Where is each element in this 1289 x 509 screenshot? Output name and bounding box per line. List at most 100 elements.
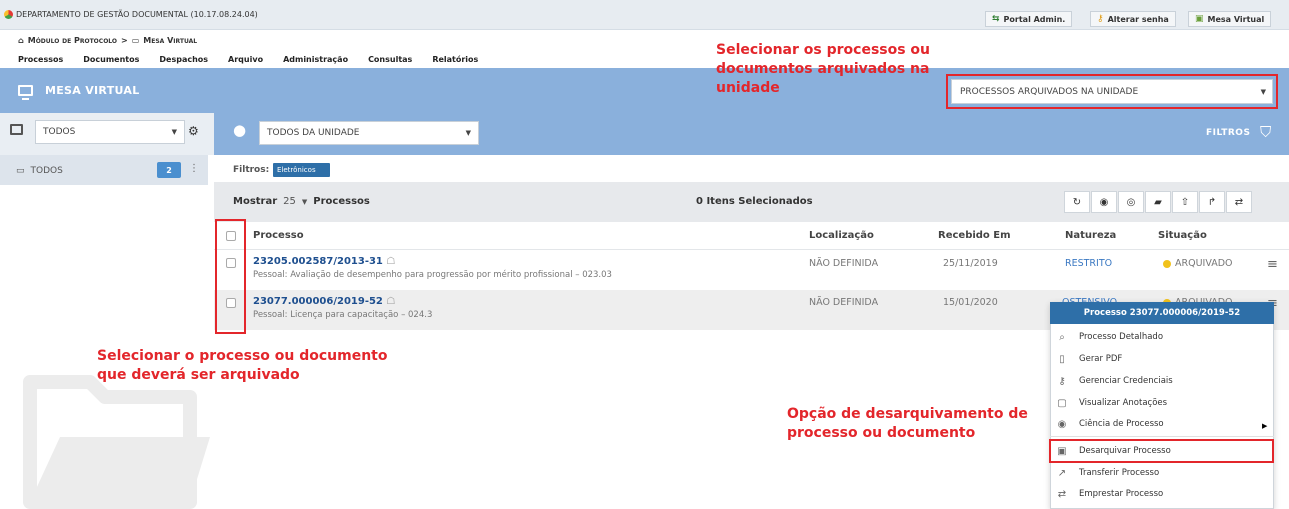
upload-icon[interactable]: ⇧ (1172, 191, 1198, 213)
menu-item-administracao[interactable]: Administração (283, 55, 348, 64)
annotation-highlight-checkboxes (215, 219, 246, 334)
archive-type-select[interactable]: PROCESSOS ARQUIVADOS NA UNIDADE ▼ (951, 79, 1273, 104)
menu-item-gerenciar-credenciais[interactable]: ⚷ Gerenciar Credenciais (1055, 372, 1269, 390)
table-row[interactable] (214, 249, 1289, 289)
menu-item-label: Processo Detalhado (1079, 332, 1164, 342)
change-password-label: Alterar senha (1107, 14, 1169, 24)
annotation-select-process: Selecionar o processo ou documento que d… (97, 347, 388, 385)
portal-icon: ⇆ (992, 14, 1000, 24)
folder-filter-select[interactable]: TODOS ▼ (35, 120, 185, 144)
menu-item-transferir-processo[interactable]: ↗ Transferir Processo (1055, 464, 1269, 482)
process-received-date: 25/11/2019 (943, 258, 998, 269)
menu-item-label: Visualizar Anotações (1079, 398, 1168, 408)
annotation-line: que deverá ser arquivado (97, 367, 300, 383)
annotation-highlight-unarchive (1049, 439, 1274, 463)
note-icon: ▢ (1057, 397, 1067, 409)
refresh-icon[interactable]: ↻ (1064, 191, 1090, 213)
more-options-icon[interactable]: ⋮ (189, 163, 199, 174)
key-icon: ⚷ (1097, 14, 1104, 24)
menu-item-gerar-pdf[interactable]: ▯ Gerar PDF (1055, 350, 1269, 368)
person-icon: ☖ (386, 296, 396, 307)
menu-item-consultas[interactable]: Consultas (368, 55, 412, 64)
search-icon: ⌕ (1059, 331, 1065, 343)
count-badge: 2 (157, 162, 181, 178)
page-size-control: Mostrar 25 ▼ Processos (233, 196, 370, 207)
drive-icon (10, 124, 23, 135)
menu-item-processo-detalhado[interactable]: ⌕ Processo Detalhado (1055, 328, 1269, 346)
filters-toggle-label[interactable]: FILTROS (1206, 128, 1250, 138)
row-menu-icon[interactable]: ≡ (1267, 257, 1278, 272)
open-folder-icon[interactable]: ▰ (1145, 191, 1171, 213)
menu-item-relatorios[interactable]: Relatórios (432, 55, 478, 64)
gear-icon[interactable]: ⚙ (188, 124, 199, 138)
process-number-link[interactable]: 23205.002587/2013-31 ☖ (253, 256, 395, 267)
breadcrumb-separator: > (121, 36, 128, 45)
column-header-localizacao[interactable]: Localização (809, 230, 874, 241)
person-icon: ☖ (386, 256, 396, 267)
column-header-situacao[interactable]: Situação (1158, 230, 1207, 241)
page-title: MESA VIRTUAL (18, 84, 140, 100)
process-description: Pessoal: Avaliação de desempenho para pr… (253, 270, 612, 280)
funnel-icon[interactable]: ⛉ (1260, 123, 1271, 141)
view-check-icon[interactable]: ◎ (1118, 191, 1144, 213)
annotation-unarchive-option: Opção de desarquivamento de processo ou … (787, 405, 1028, 443)
virtual-desk-button[interactable]: ▣ Mesa Virtual (1188, 11, 1272, 27)
portal-admin-label: Portal Admin. (1003, 14, 1066, 24)
active-filter-tag[interactable]: Eletrônicos (273, 163, 330, 177)
user-key-icon: ⚷ (1058, 375, 1066, 387)
process-location: NÃO DEFINIDA (809, 258, 879, 269)
folder-icon: ▭ (16, 166, 25, 176)
monitor-icon (18, 85, 33, 100)
annotation-line: Selecionar o processo ou documento (97, 348, 388, 364)
annotation-line: Opção de desarquivamento de (787, 406, 1028, 422)
column-header-processo[interactable]: Processo (253, 230, 304, 241)
monitor-icon: ▭ (131, 36, 140, 45)
process-number-link[interactable]: 23077.000006/2019-52 ☖ (253, 296, 395, 307)
department-label: DEPARTAMENTO DE GESTÃO DOCUMENTAL (10.17… (4, 10, 258, 19)
menu-item-visualizar-anotacoes[interactable]: ▢ Visualizar Anotações (1055, 394, 1269, 412)
sidebar-item-todos-content: ▭ TODOS (16, 166, 63, 176)
menu-item-arquivo[interactable]: Arquivo (228, 55, 263, 64)
menu-item-despachos[interactable]: Despachos (159, 55, 208, 64)
active-filters-label: Filtros: (233, 165, 270, 175)
view-icon[interactable]: ◉ (1091, 191, 1117, 213)
menu-item-emprestar-processo[interactable]: ⇄ Emprestar Processo (1055, 485, 1269, 503)
action-buttons: ↻ ◉ ◎ ▰ ⇧ ↱ ⇄ (1064, 191, 1253, 213)
breadcrumb: ⌂ Módulo de Protocolo > ▭ Mesa Virtual (18, 36, 197, 45)
annotation-line: Selecionar os processos ou (716, 42, 931, 58)
menu-item-documentos[interactable]: Documentos (83, 55, 139, 64)
submenu-arrow-icon: ▶ (1262, 422, 1268, 430)
page-size-select[interactable]: 25 (283, 196, 296, 207)
status-dot-icon (1163, 259, 1171, 268)
column-header-recebido[interactable]: Recebido Em (938, 230, 1011, 241)
menu-item-label: Emprestar Processo (1079, 489, 1164, 499)
portal-admin-button[interactable]: ⇆ Portal Admin. (985, 11, 1073, 27)
department-name: DEPARTAMENTO DE GESTÃO DOCUMENTAL (10.17… (16, 10, 258, 19)
dropdown-arrow-icon: ▼ (465, 129, 471, 137)
exchange-icon[interactable]: ⇄ (1226, 191, 1252, 213)
pdf-icon: ▯ (1059, 353, 1065, 365)
change-password-button[interactable]: ⚷ Alterar senha (1090, 11, 1176, 27)
process-nature: RESTRITO (1065, 258, 1113, 269)
column-header-natureza[interactable]: Natureza (1065, 230, 1116, 241)
dropdown-arrow-icon: ▼ (1260, 87, 1266, 96)
dropdown-arrow-icon[interactable]: ▼ (302, 198, 307, 206)
unit-filter-select[interactable]: TODOS DA UNIDADE ▼ (259, 121, 479, 145)
forward-icon[interactable]: ↱ (1199, 191, 1225, 213)
breadcrumb-module[interactable]: Módulo de Protocolo (28, 36, 117, 45)
menu-item-label: Ciência de Processo (1079, 419, 1164, 429)
user-icon: ● (233, 121, 247, 139)
process-location: NÃO DEFINIDA (809, 297, 879, 308)
menu-item-processos[interactable]: Processos (18, 55, 63, 64)
menu-divider (1050, 436, 1274, 437)
annotation-line: unidade (716, 80, 780, 96)
process-number[interactable]: 23077.000006/2019-52 (253, 296, 383, 307)
breadcrumb-current: Mesa Virtual (143, 36, 198, 45)
items-type-label: Processos (313, 196, 370, 207)
menu-item-ciencia-processo[interactable]: ◉ Ciência de Processo (1055, 415, 1269, 433)
process-number[interactable]: 23205.002587/2013-31 (253, 256, 383, 267)
menu-item-label: Transferir Processo (1079, 468, 1160, 478)
lend-icon: ⇄ (1057, 488, 1067, 500)
eye-icon: ◉ (1057, 418, 1067, 430)
annotation-line: documentos arquivados na (716, 61, 930, 77)
